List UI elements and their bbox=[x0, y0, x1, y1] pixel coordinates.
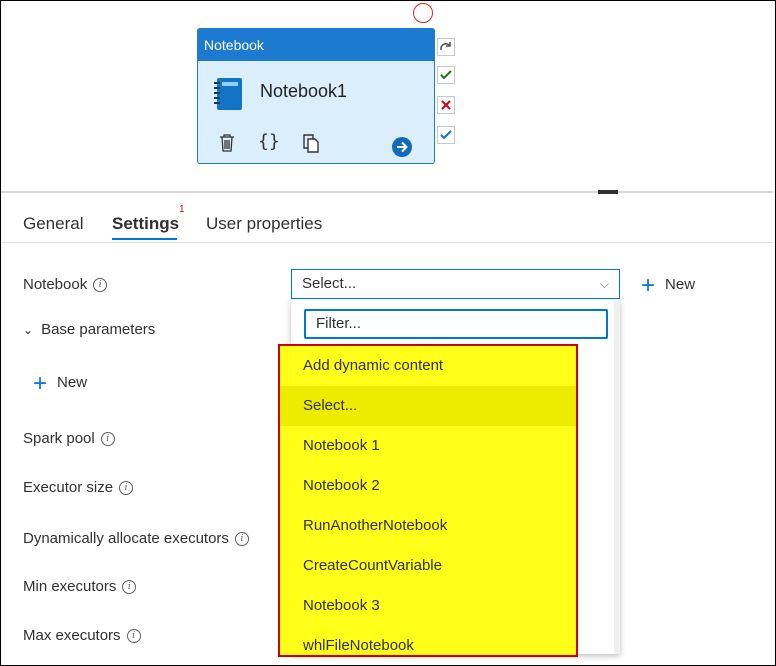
delete-icon[interactable] bbox=[218, 133, 236, 158]
failure-x-icon[interactable] bbox=[437, 96, 455, 114]
scrollbar[interactable] bbox=[614, 300, 620, 654]
dropdown-option[interactable]: Notebook 1 bbox=[280, 426, 576, 466]
go-arrow-icon[interactable] bbox=[392, 137, 412, 162]
max-executors-label-row: Max executors i bbox=[23, 627, 141, 644]
chevron-down-icon: ⌄ bbox=[23, 323, 34, 337]
completion-check-icon[interactable] bbox=[437, 126, 455, 144]
info-icon[interactable]: i bbox=[234, 532, 249, 546]
active-tab-indicator bbox=[112, 238, 177, 240]
panel-divider bbox=[1, 191, 773, 193]
add-base-parameter-button[interactable]: + New bbox=[33, 370, 87, 398]
notebook-activity[interactable]: Notebook Notebook1 {} bbox=[197, 28, 435, 164]
tabs-divider bbox=[1, 242, 773, 243]
notebook-select[interactable]: Select... ⌵ bbox=[291, 269, 620, 299]
highlight-annotation: Add dynamic content Select... Notebook 1… bbox=[278, 344, 578, 657]
dropdown-option[interactable]: Notebook 3 bbox=[280, 586, 576, 626]
filter-input[interactable]: Filter... bbox=[304, 309, 608, 339]
cursor-circle-marker bbox=[413, 3, 433, 23]
info-icon[interactable]: i bbox=[126, 629, 141, 643]
dropdown-option[interactable]: Add dynamic content bbox=[280, 346, 576, 386]
plus-icon: + bbox=[33, 370, 48, 397]
chevron-down-icon: ⌵ bbox=[599, 277, 609, 291]
copy-icon[interactable] bbox=[302, 133, 320, 158]
base-new-label: New bbox=[57, 374, 88, 391]
notebook-icon bbox=[214, 77, 244, 116]
max-executors-label: Max executors bbox=[23, 627, 121, 644]
info-icon[interactable]: i bbox=[122, 580, 137, 594]
spark-pool-label: Spark pool bbox=[23, 430, 95, 447]
activity-type-label: Notebook bbox=[198, 29, 434, 61]
spark-pool-label-row: Spark pool i bbox=[23, 430, 115, 447]
notebook-label-row: Notebook i bbox=[23, 276, 108, 293]
notebook-select-value: Select... bbox=[302, 275, 357, 292]
dropdown-option[interactable]: whlFileNotebook bbox=[280, 626, 576, 666]
min-executors-label: Min executors bbox=[23, 578, 117, 595]
code-icon[interactable]: {} bbox=[258, 131, 280, 152]
info-icon[interactable]: i bbox=[100, 432, 115, 446]
dynamic-alloc-label-row: Dynamically allocate executors i bbox=[23, 530, 249, 547]
tab-general[interactable]: General bbox=[23, 214, 83, 234]
pipeline-canvas[interactable]: Notebook Notebook1 {} bbox=[1, 1, 773, 191]
success-check-icon[interactable] bbox=[437, 66, 455, 84]
resize-handle[interactable] bbox=[598, 190, 618, 194]
info-icon[interactable]: i bbox=[93, 278, 108, 292]
notebook-label: Notebook bbox=[23, 276, 88, 293]
dynamic-alloc-label: Dynamically allocate executors bbox=[23, 530, 229, 547]
tab-settings[interactable]: Settings bbox=[112, 214, 179, 234]
executor-size-label: Executor size bbox=[23, 479, 114, 496]
executor-size-label-row: Executor size i bbox=[23, 479, 134, 496]
settings-error-badge: 1 bbox=[179, 204, 185, 215]
tab-user-properties[interactable]: User properties bbox=[206, 214, 322, 234]
base-parameters-label: Base parameters bbox=[41, 321, 156, 338]
base-parameters-toggle[interactable]: ⌄ Base parameters bbox=[23, 321, 155, 338]
new-label: New bbox=[665, 276, 696, 293]
dropdown-option[interactable]: RunAnotherNotebook bbox=[280, 506, 576, 546]
activity-name: Notebook1 bbox=[260, 81, 348, 101]
new-notebook-button[interactable]: + New bbox=[641, 272, 695, 300]
redo-icon[interactable] bbox=[437, 38, 455, 56]
dropdown-option[interactable]: Select... bbox=[280, 386, 576, 426]
dropdown-option[interactable]: CreateCountVariable bbox=[280, 546, 576, 586]
plus-icon: + bbox=[641, 272, 656, 299]
info-icon[interactable]: i bbox=[119, 481, 134, 495]
dropdown-option[interactable]: Notebook 2 bbox=[280, 466, 576, 506]
min-executors-label-row: Min executors i bbox=[23, 578, 137, 595]
